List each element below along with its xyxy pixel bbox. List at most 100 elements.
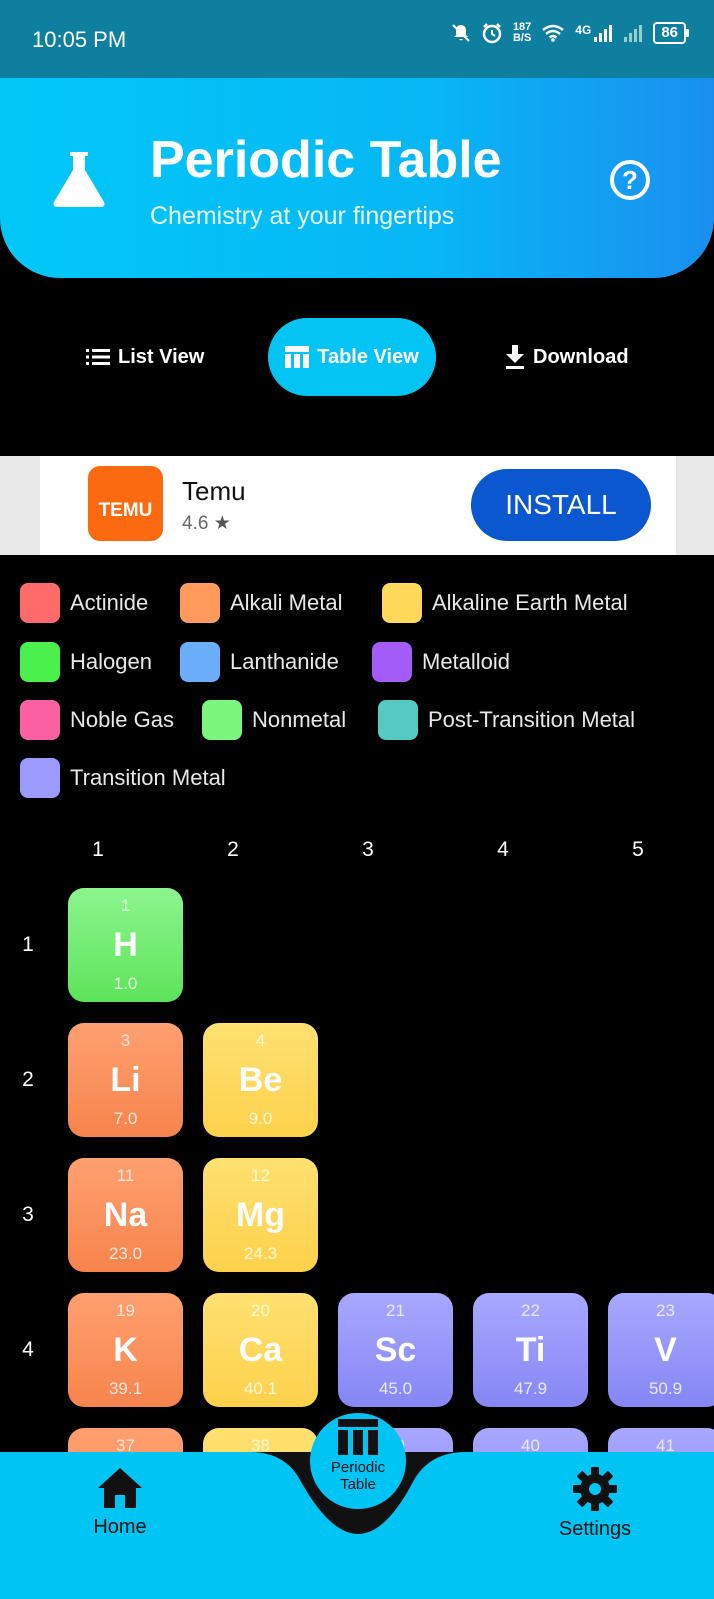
atomic-mass: 23.0 — [108, 1244, 143, 1263]
element-symbol: V — [654, 1331, 677, 1369]
row-label: 1 — [22, 933, 34, 956]
table-icon — [285, 346, 310, 368]
element-tile[interactable]: 21 Sc 45.0 — [338, 1293, 453, 1407]
element-symbol: Be — [238, 1061, 283, 1099]
legend-item: Alkali Metal — [180, 583, 342, 623]
column-label: 4 — [497, 838, 509, 861]
element-tile[interactable]: 23 V 50.9 — [608, 1293, 714, 1407]
atomic-mass: 45.0 — [378, 1379, 413, 1398]
legend-swatch — [180, 583, 220, 623]
legend-item: Noble Gas — [20, 700, 174, 740]
legend-swatch — [202, 700, 242, 740]
legend-label: Actinide — [70, 590, 149, 615]
element-symbol: Sc — [374, 1331, 417, 1369]
status-bar: 10:05 PM 187 B/S 4G 86 — [0, 0, 714, 78]
legend-swatch — [20, 700, 60, 740]
signal-icon: 4G — [575, 23, 613, 43]
atomic-mass: 1.0 — [113, 974, 138, 993]
element-tile[interactable]: 12 Mg 24.3 — [203, 1158, 318, 1272]
nav-home-label: Home — [93, 1516, 147, 1538]
legend-item: Actinide — [20, 583, 148, 623]
legend-item: Nonmetal — [202, 700, 346, 740]
flask-icon — [53, 152, 105, 207]
legend-label: Transition Metal — [70, 765, 226, 790]
download-button[interactable]: Download — [505, 318, 629, 396]
element-symbol: H — [113, 926, 138, 964]
legend-item: Alkaline Earth Metal — [382, 583, 628, 623]
table-view-label: Table View — [317, 345, 419, 368]
element-symbol: K — [113, 1331, 138, 1369]
row-label: 2 — [22, 1068, 34, 1091]
legend-label: Nonmetal — [252, 707, 347, 732]
element-tile[interactable]: 11 Na 23.0 — [68, 1158, 183, 1272]
legend-swatch — [180, 642, 220, 682]
legend-swatch — [20, 758, 60, 798]
app-title: Periodic Table — [150, 131, 502, 189]
legend-swatch — [372, 642, 412, 682]
element-symbol: Ca — [238, 1331, 283, 1369]
battery-icon: 86 — [653, 22, 689, 44]
element-symbol: Li — [110, 1061, 141, 1099]
ad-banner[interactable]: TEMU Temu 4.6 ★ INSTALL — [0, 456, 714, 555]
element-symbol: Ti — [515, 1331, 546, 1369]
star-icon: ★ — [213, 513, 231, 534]
network-speed: 187 B/S — [513, 22, 531, 44]
table-view-button[interactable]: Table View — [268, 318, 436, 396]
legend-item: Metalloid — [372, 642, 510, 682]
atomic-mass: 47.9 — [513, 1379, 548, 1398]
temu-logo[interactable]: TEMU — [88, 466, 163, 541]
element-tile[interactable]: 20 Ca 40.1 — [203, 1293, 318, 1407]
legend-label: Alkaline Earth Metal — [432, 590, 628, 615]
network-type: 4G — [575, 23, 592, 37]
atomic-number: 12 — [251, 1166, 270, 1185]
signal-weak-icon — [623, 23, 643, 43]
atomic-number: 22 — [521, 1301, 540, 1320]
atomic-mass: 40.1 — [243, 1379, 278, 1398]
atomic-number: 23 — [656, 1301, 675, 1320]
app-header: Periodic Table Chemistry at your fingert… — [0, 78, 714, 278]
legend-item: Lanthanide — [180, 642, 339, 682]
nav-periodic-table[interactable]: Periodic Table — [310, 1413, 406, 1509]
nav-center-label-2: Table — [340, 1476, 376, 1493]
element-symbol: Mg — [235, 1196, 286, 1234]
legend-item: Halogen — [20, 642, 152, 682]
status-time: 10:05 PM — [32, 27, 127, 52]
legend-swatch — [20, 583, 60, 623]
legend-swatch — [378, 700, 418, 740]
element-tile[interactable]: 3 Li 7.0 — [68, 1023, 183, 1137]
element-tile[interactable]: 19 K 39.1 — [68, 1293, 183, 1407]
atomic-number: 3 — [120, 1031, 131, 1050]
nav-settings[interactable]: Settings — [550, 1466, 640, 1541]
ad-app-name: Temu — [182, 476, 246, 506]
atomic-number: 19 — [116, 1301, 135, 1320]
legend-label: Lanthanide — [230, 649, 339, 674]
element-tile[interactable]: 22 Ti 47.9 — [473, 1293, 588, 1407]
legend-item: Post-Transition Metal — [378, 700, 635, 740]
mute-bell-icon — [451, 23, 471, 43]
element-tile[interactable]: 1 H 1.0 — [68, 888, 183, 1002]
gear-icon — [573, 1467, 617, 1511]
ad-rating-value: 4.6 — [182, 513, 209, 534]
atomic-number: 4 — [255, 1031, 266, 1050]
list-view-label: List View — [118, 345, 205, 368]
nav-home[interactable]: Home — [80, 1466, 160, 1539]
legend-label: Alkali Metal — [230, 590, 343, 615]
element-tile[interactable]: 4 Be 9.0 — [203, 1023, 318, 1137]
table-icon — [338, 1419, 378, 1455]
column-label: 3 — [362, 838, 374, 861]
legend-label: Post-Transition Metal — [428, 707, 636, 732]
list-view-button[interactable]: List View — [86, 318, 204, 396]
legend-label: Halogen — [70, 649, 152, 674]
list-icon — [86, 349, 110, 365]
nav-center-label-1: Periodic — [330, 1459, 386, 1476]
atomic-mass: 24.3 — [243, 1244, 278, 1263]
ad-rating: 4.6 ★ — [182, 512, 231, 535]
download-label: Download — [533, 345, 629, 368]
row-label: 4 — [22, 1338, 34, 1361]
atomic-mass: 7.0 — [113, 1109, 138, 1128]
legend-swatch — [382, 583, 422, 623]
help-icon[interactable]: ? — [610, 160, 650, 200]
install-button[interactable]: INSTALL — [471, 469, 651, 541]
row-label: 3 — [22, 1203, 34, 1226]
legend-label: Noble Gas — [70, 707, 174, 732]
